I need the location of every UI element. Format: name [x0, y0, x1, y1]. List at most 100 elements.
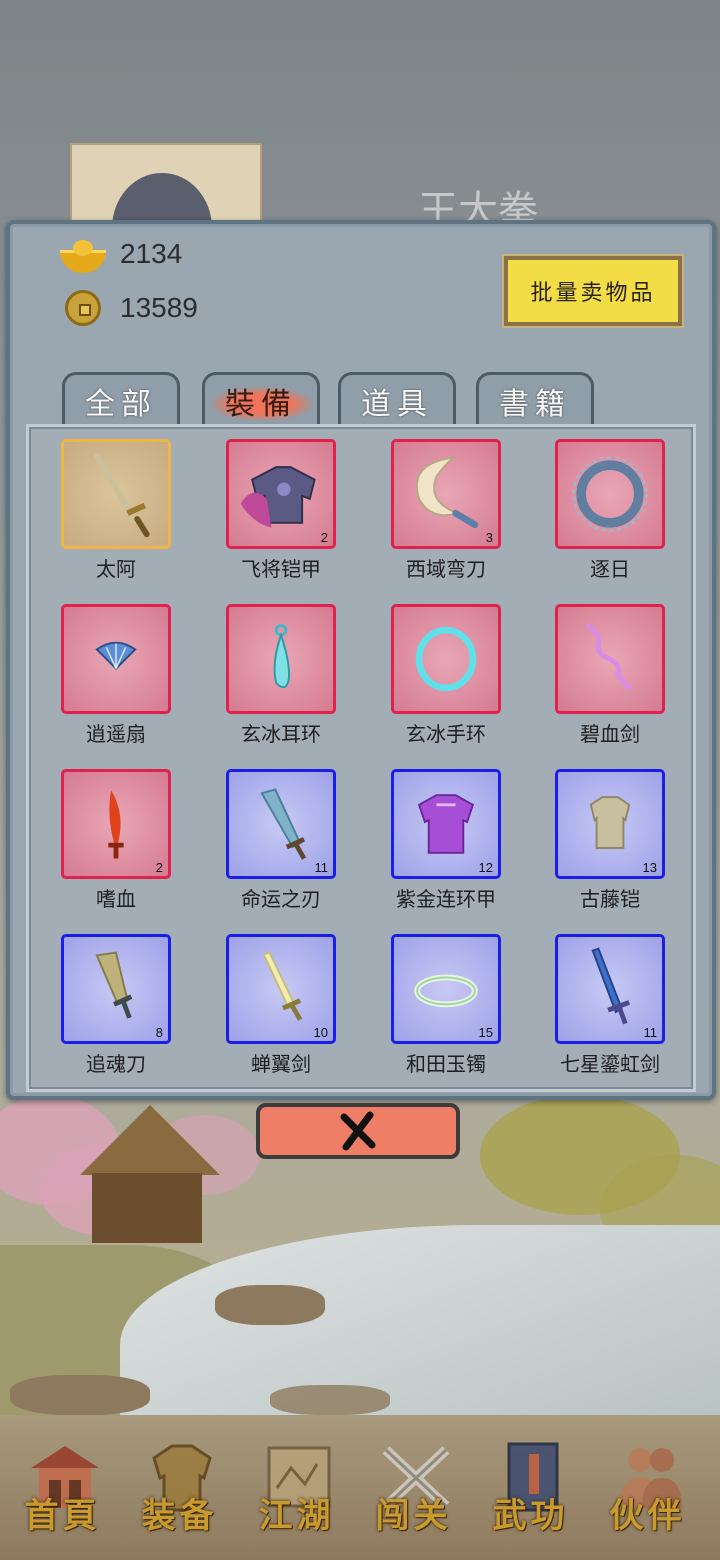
item-name: 西域弯刀 [406, 557, 486, 581]
vine-armor-icon [589, 796, 631, 849]
item-quantity: 3 [485, 530, 493, 545]
hut-roof [80, 1105, 220, 1175]
inventory-item[interactable]: 13 古藤铠 [527, 757, 687, 917]
nav-label: 江湖 [258, 1496, 335, 1536]
nav-item[interactable]: 江湖 [239, 1410, 354, 1560]
chakram-icon [572, 456, 648, 532]
wavy-sword-icon [586, 623, 632, 691]
nav-label: 伙伴 [609, 1496, 686, 1536]
nav-item[interactable]: 武功 [473, 1410, 588, 1560]
bottom-navigation: 首頁 装备 江湖 闯关 武功 伙伴 [0, 1410, 720, 1560]
fan-icon [95, 641, 137, 670]
item-slot: 15 [391, 934, 501, 1044]
bracelet-icon [415, 626, 477, 692]
tab-label: 裝備 [225, 386, 297, 422]
tab-items[interactable]: 道具 [338, 372, 456, 426]
item-quantity: 10 [313, 1025, 328, 1040]
inventory-item[interactable]: 3 西域弯刀 [363, 427, 523, 587]
nav-item[interactable]: 闯关 [356, 1410, 471, 1560]
nav-item[interactable]: 伙伴 [590, 1410, 705, 1560]
tab-all[interactable]: 全部 [62, 372, 180, 426]
item-slot: 11 [226, 769, 336, 879]
item-slot: 8 [61, 934, 171, 1044]
light-sword-icon [262, 951, 303, 1021]
tab-label: 全部 [85, 386, 157, 422]
item-quantity: 11 [314, 860, 329, 875]
hut [92, 1173, 202, 1243]
item-slot: 3 [391, 439, 501, 549]
item-name: 古藤铠 [580, 887, 640, 911]
item-name: 太阿 [96, 557, 136, 581]
item-quantity: 8 [155, 1025, 163, 1040]
item-name: 紫金连环甲 [396, 887, 496, 911]
item-slot [391, 604, 501, 714]
sword-icon [93, 452, 150, 538]
item-name: 逐日 [590, 557, 630, 581]
tab-books[interactable]: 書籍 [476, 372, 594, 426]
nav-label: 装备 [141, 1496, 218, 1536]
gold-ingot-balance: 2134 [60, 238, 183, 273]
jade-bangle-icon [414, 974, 478, 1008]
item-quantity: 12 [478, 860, 493, 875]
item-quantity: 15 [478, 1025, 493, 1040]
item-slot [61, 604, 171, 714]
blood-blade-icon [108, 790, 124, 859]
item-slot: 2 [61, 769, 171, 879]
item-name: 玄冰耳环 [241, 722, 321, 746]
bulk-sell-button[interactable]: 批量卖物品 [502, 254, 684, 328]
item-name: 七星鎏虹剑 [560, 1052, 660, 1076]
tab-equipment[interactable]: 裝備 [202, 372, 320, 426]
item-name: 逍遥扇 [86, 722, 146, 746]
nav-label: 武功 [492, 1496, 569, 1536]
inventory-item[interactable]: 12 紫金连环甲 [363, 757, 523, 917]
coin-balance: 13589 [60, 290, 198, 326]
inventory-item[interactable]: 2 飞将铠甲 [198, 427, 358, 587]
star-sword-icon [591, 947, 631, 1025]
inventory-item[interactable]: 玄冰耳环 [198, 592, 358, 752]
tab-label: 書籍 [499, 386, 571, 422]
armor-icon [240, 466, 316, 528]
item-slot: 10 [226, 934, 336, 1044]
item-slot [61, 439, 171, 549]
dagger-icon [95, 951, 133, 1019]
scimitar-icon [415, 456, 479, 529]
gold-ingot-icon [60, 238, 106, 273]
close-x-icon [340, 1111, 376, 1151]
chainmail-icon [417, 794, 475, 854]
item-slot: 12 [391, 769, 501, 879]
nav-label: 闯关 [375, 1496, 452, 1536]
inventory-item[interactable]: 2 嗜血 [33, 757, 193, 917]
item-quantity: 11 [643, 1025, 658, 1040]
item-grid: 太阿 2 飞将铠甲 3 西域弯刀 逐日逍遥扇 玄冰耳环 玄冰手环 碧血剑 2 嗜血 11 命运之刃 12 紫… [26, 424, 696, 1092]
inventory-item[interactable]: 逐日 [527, 427, 687, 587]
item-slot [555, 439, 665, 549]
nav-item[interactable]: 装备 [122, 1410, 237, 1560]
item-slot: 13 [555, 769, 665, 879]
item-name: 追魂刀 [86, 1052, 146, 1076]
inventory-item[interactable]: 太阿 [33, 427, 193, 587]
earring-icon [273, 623, 290, 689]
nav-item[interactable]: 首頁 [5, 1410, 120, 1560]
item-slot: 2 [226, 439, 336, 549]
nav-label: 首頁 [24, 1496, 101, 1536]
inventory-item[interactable]: 碧血剑 [527, 592, 687, 752]
item-slot [226, 604, 336, 714]
inventory-item[interactable]: 15 和田玉镯 [363, 922, 523, 1082]
item-quantity: 2 [155, 860, 163, 875]
inventory-item[interactable]: 11 命运之刃 [198, 757, 358, 917]
inventory-item[interactable]: 8 追魂刀 [33, 922, 193, 1082]
item-quantity: 2 [320, 530, 328, 545]
close-button[interactable] [256, 1103, 460, 1159]
item-name: 飞将铠甲 [241, 557, 321, 581]
gold-ingot-value: 2134 [120, 238, 183, 269]
inventory-panel: 2134 13589 批量卖物品 全部 裝備 道具 書籍 太阿 2 飞将铠甲 3 西域弯… [6, 220, 716, 1100]
copper-coin-icon [65, 290, 101, 326]
inventory-item[interactable]: 玄冰手环 [363, 592, 523, 752]
item-slot [555, 604, 665, 714]
inventory-item[interactable]: 11 七星鎏虹剑 [527, 922, 687, 1082]
tab-label: 道具 [361, 386, 433, 422]
item-name: 蝉翼剑 [251, 1052, 311, 1076]
inventory-item[interactable]: 10 蝉翼剑 [198, 922, 358, 1082]
item-name: 玄冰手环 [406, 722, 486, 746]
inventory-item[interactable]: 逍遥扇 [33, 592, 193, 752]
